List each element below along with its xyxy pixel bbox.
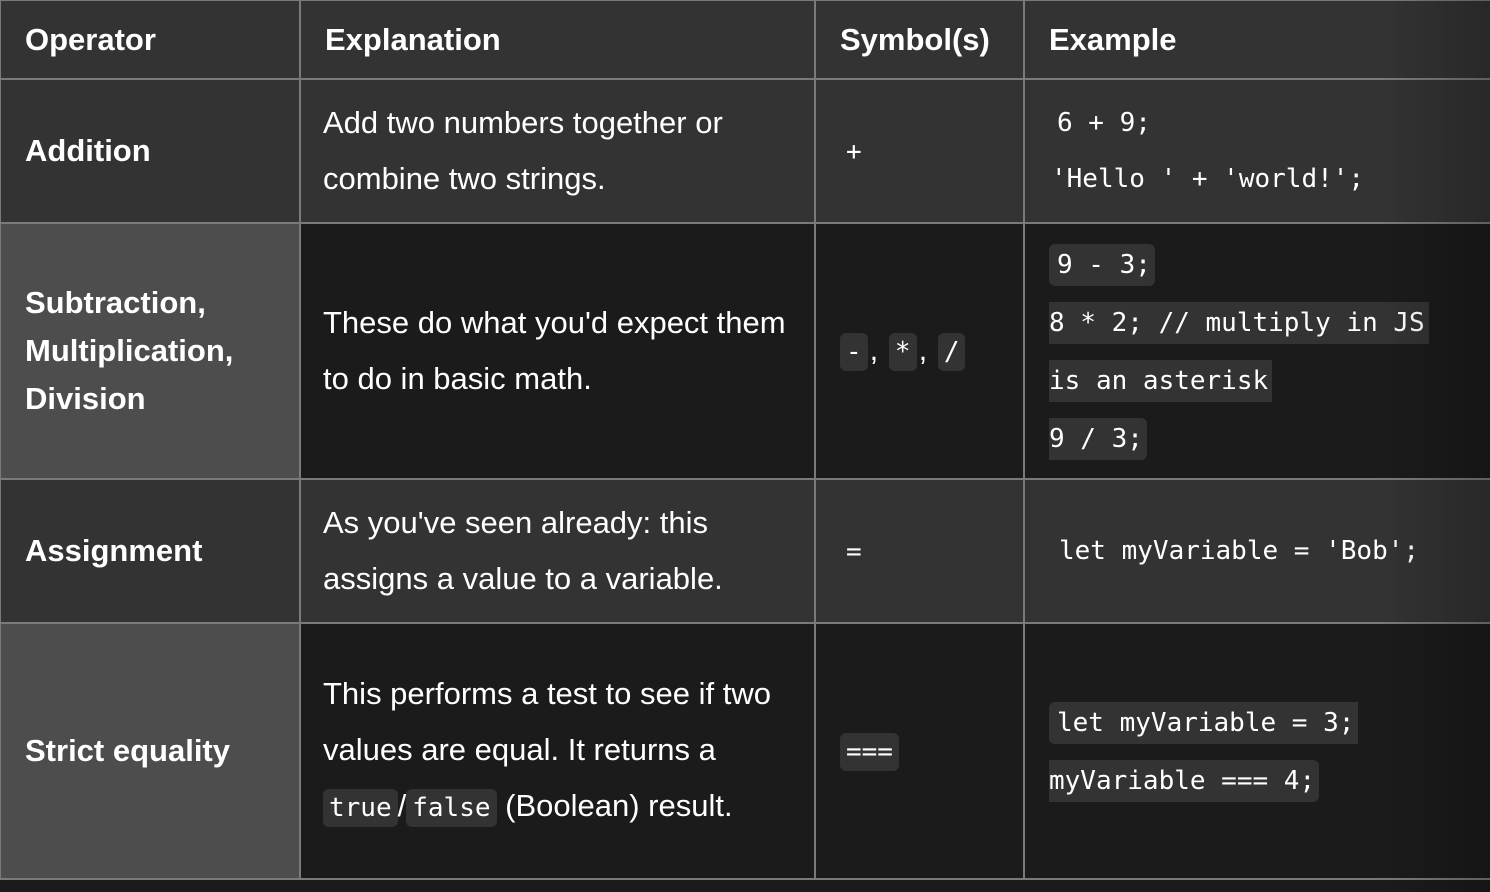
- symbol-equals: =: [846, 537, 862, 567]
- column-header-symbols: Symbol(s): [814, 0, 1025, 80]
- operator-example: let myVariable = 3; myVariable === 4;: [1023, 622, 1490, 880]
- operators-table-container: Operator Explanation Symbol(s) Example A…: [0, 0, 1490, 892]
- explanation-text: (Boolean) result.: [496, 788, 733, 823]
- table-row-strict-equality: Strict equality This performs a test to …: [0, 622, 1490, 880]
- example-line: let myVariable = 3;: [1049, 702, 1359, 744]
- operator-symbols: =: [814, 478, 1025, 624]
- explanation-text: This performs a test to see if two value…: [323, 676, 771, 767]
- symbol-minus: -: [840, 333, 868, 371]
- example-line: 6 + 9;: [1057, 108, 1151, 138]
- example-line: let myVariable = 'Bob';: [1059, 536, 1420, 566]
- symbol-divide: /: [937, 333, 966, 371]
- operator-symbols: -, *, /: [814, 222, 1025, 480]
- symbol-separator: ,: [869, 332, 879, 367]
- column-header-operator: Operator: [0, 0, 301, 80]
- table-row-arithmetic: Subtraction, Multiplication, Division Th…: [0, 222, 1490, 480]
- example-line: myVariable === 4;: [1049, 760, 1320, 802]
- table-row-assignment: Assignment As you've seen already: this …: [0, 478, 1490, 624]
- operator-symbols: ===: [814, 622, 1025, 880]
- column-header-example: Example: [1023, 0, 1490, 80]
- column-header-explanation: Explanation: [299, 0, 816, 80]
- operator-explanation: These do what you'd expect them to do in…: [299, 222, 816, 480]
- example-line: 9 / 3;: [1049, 418, 1147, 460]
- example-line: 'Hello ' + 'world!';: [1051, 164, 1365, 194]
- code-false: false: [406, 789, 497, 827]
- operators-table: Operator Explanation Symbol(s) Example A…: [0, 0, 1490, 880]
- example-line: 9 - 3;: [1049, 244, 1155, 286]
- symbol-strict-equals: ===: [840, 733, 899, 771]
- code-true: true: [323, 789, 398, 827]
- operator-example: 9 - 3; 8 * 2; // multiply in JS is an as…: [1023, 222, 1490, 480]
- table-row-addition: Addition Add two numbers together or com…: [0, 78, 1490, 224]
- operator-name: Assignment: [0, 478, 301, 624]
- symbol-plus: +: [846, 137, 862, 167]
- symbol-separator: ,: [918, 332, 928, 367]
- example-line: is an asterisk: [1049, 360, 1273, 402]
- operator-explanation: Add two numbers together or combine two …: [299, 78, 816, 224]
- operator-example: 6 + 9; 'Hello ' + 'world!';: [1023, 78, 1490, 224]
- table-header-row: Operator Explanation Symbol(s) Example: [0, 0, 1490, 80]
- explanation-slash: /: [397, 788, 407, 823]
- example-line: 8 * 2; // multiply in JS: [1049, 302, 1429, 344]
- symbol-multiply: *: [888, 333, 917, 371]
- operator-name: Subtraction, Multiplication, Division: [0, 222, 301, 480]
- operator-example: let myVariable = 'Bob';: [1023, 478, 1490, 624]
- operator-explanation: This performs a test to see if two value…: [299, 622, 816, 880]
- operator-name: Addition: [0, 78, 301, 224]
- operator-explanation: As you've seen already: this assigns a v…: [299, 478, 816, 624]
- operator-symbols: +: [814, 78, 1025, 224]
- operator-name: Strict equality: [0, 622, 301, 880]
